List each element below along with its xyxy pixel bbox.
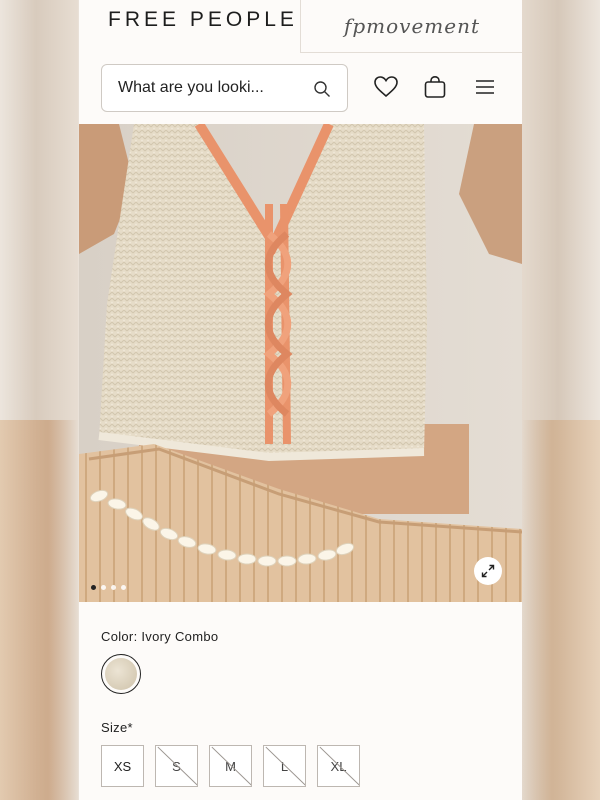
search-input[interactable] [118,77,298,99]
carousel-dots [91,585,126,590]
size-button-l[interactable]: L [263,745,306,787]
color-swatch-ivory-combo[interactable] [101,654,141,694]
color-label: Color: Ivory Combo [101,629,219,644]
product-page: FREE PEOPLE fpmovement What are you look… [79,0,522,800]
menu-icon[interactable] [472,74,498,100]
swatch-fill [105,658,137,690]
carousel-dot[interactable] [101,585,106,590]
bag-icon[interactable] [422,74,448,100]
search-box[interactable] [101,64,348,112]
size-button-s[interactable]: S [155,745,198,787]
fp-movement-link[interactable]: fpmovement [300,0,522,53]
heart-icon[interactable] [373,74,399,100]
expand-image-button[interactable] [474,557,502,585]
size-button-xs[interactable]: XS [101,745,144,787]
fp-movement-logo: fpmovement [343,14,481,38]
size-options: XS S M L XL [101,745,360,787]
size-label: Size* [101,720,133,735]
carousel-dot[interactable] [91,585,96,590]
product-photo [79,124,522,602]
size-button-m[interactable]: M [209,745,252,787]
brand-logo[interactable]: FREE PEOPLE [108,8,298,32]
size-button-xl[interactable]: XL [317,745,360,787]
carousel-dot[interactable] [111,585,116,590]
expand-icon [481,564,495,578]
search-icon[interactable] [313,80,331,98]
brand-bar: FREE PEOPLE fpmovement [79,0,522,53]
product-image[interactable] [79,124,522,602]
carousel-dot[interactable] [121,585,126,590]
